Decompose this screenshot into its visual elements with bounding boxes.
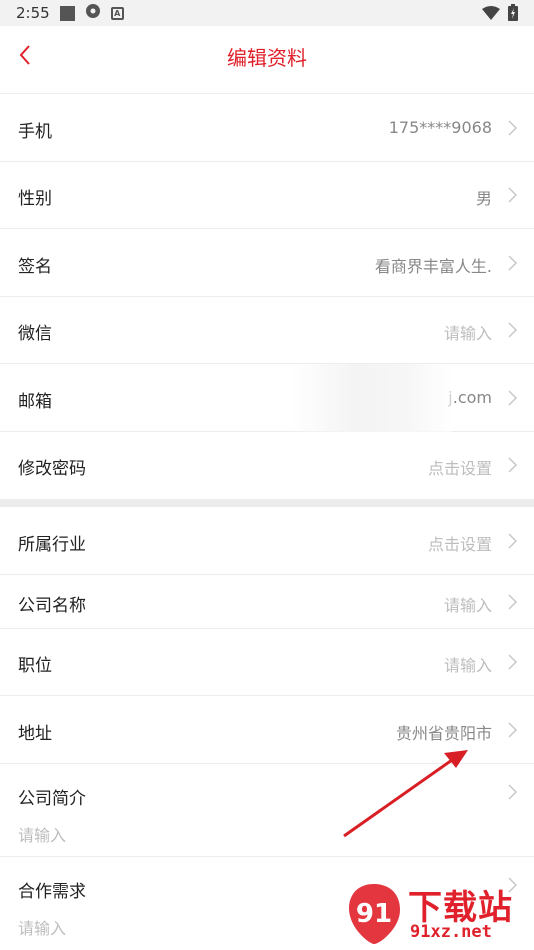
row-address[interactable]: 地址 贵州省贵阳市 bbox=[0, 696, 534, 764]
chevron-right-icon bbox=[508, 594, 518, 610]
watermark: 91 下载站 91xz.net bbox=[344, 880, 530, 950]
row-email[interactable]: 邮箱 j.com bbox=[0, 364, 534, 432]
chevron-right-icon bbox=[508, 390, 518, 406]
chevron-right-icon bbox=[508, 120, 518, 136]
row-company-name[interactable]: 公司名称 请输入 bbox=[0, 575, 534, 629]
section-divider bbox=[0, 499, 534, 507]
row-gender[interactable]: 性别 男 bbox=[0, 162, 534, 229]
chevron-right-icon bbox=[508, 533, 518, 549]
row-label: 地址 bbox=[18, 724, 52, 744]
password-placeholder: 点击设置 bbox=[427, 459, 492, 478]
header-divider bbox=[0, 84, 534, 94]
row-label: 修改密码 bbox=[18, 459, 86, 479]
chevron-right-icon bbox=[508, 457, 518, 473]
row-phone[interactable]: 手机 175****9068 bbox=[0, 95, 534, 162]
address-value: 贵州省贵阳市 bbox=[395, 724, 492, 743]
settings-notification-icon bbox=[85, 3, 101, 23]
row-label: 签名 bbox=[18, 257, 52, 277]
chevron-right-icon bbox=[508, 654, 518, 670]
row-wechat[interactable]: 微信 请输入 bbox=[0, 297, 534, 364]
chevron-right-icon bbox=[508, 255, 518, 271]
row-label: 公司简介 bbox=[18, 789, 86, 809]
row-position[interactable]: 职位 请输入 bbox=[0, 629, 534, 696]
battery-icon bbox=[508, 4, 518, 25]
status-bar: 2:55 A bbox=[0, 0, 534, 26]
company-name-placeholder: 请输入 bbox=[443, 596, 492, 615]
watermark-url: 91xz.net bbox=[410, 922, 492, 942]
watermark-logo-text: 91 bbox=[356, 899, 392, 929]
row-label: 公司名称 bbox=[18, 596, 86, 616]
row-label: 微信 bbox=[18, 324, 52, 344]
chevron-right-icon bbox=[508, 784, 518, 800]
row-label: 手机 bbox=[18, 122, 52, 142]
row-label: 合作需求 bbox=[18, 882, 86, 902]
chevron-right-icon bbox=[508, 187, 518, 203]
nav-bar: 编辑资料 bbox=[0, 26, 534, 84]
page-title: 编辑资料 bbox=[227, 46, 307, 70]
position-placeholder: 请输入 bbox=[443, 656, 492, 675]
row-label: 职位 bbox=[18, 656, 52, 676]
cooperation-needs-placeholder: 请输入 bbox=[18, 919, 67, 938]
row-label: 所属行业 bbox=[18, 535, 86, 555]
company-intro-placeholder: 请输入 bbox=[18, 826, 67, 845]
status-time: 2:55 bbox=[16, 4, 50, 22]
row-industry[interactable]: 所属行业 点击设置 bbox=[0, 507, 534, 575]
email-value: j.com bbox=[448, 388, 492, 407]
chevron-right-icon bbox=[508, 722, 518, 738]
gender-value: 男 bbox=[475, 189, 492, 208]
phone-value: 175****9068 bbox=[388, 118, 492, 137]
a-notification-icon: A bbox=[110, 6, 124, 20]
wechat-placeholder: 请输入 bbox=[443, 324, 492, 343]
watermark-logo-icon: 91 bbox=[349, 884, 400, 944]
row-label: 性别 bbox=[18, 189, 52, 209]
row-company-intro[interactable]: 公司简介 请输入 bbox=[0, 764, 534, 857]
row-signature[interactable]: 签名 看商界丰富人生. bbox=[0, 229, 534, 297]
notification-square-icon bbox=[59, 5, 75, 21]
chevron-right-icon bbox=[508, 322, 518, 338]
row-label: 邮箱 bbox=[18, 392, 52, 412]
industry-placeholder: 点击设置 bbox=[427, 535, 492, 554]
email-redaction-blur bbox=[290, 364, 452, 432]
row-change-password[interactable]: 修改密码 点击设置 bbox=[0, 432, 534, 499]
wifi-icon bbox=[482, 5, 500, 24]
signature-value: 看商界丰富人生. bbox=[374, 257, 492, 276]
